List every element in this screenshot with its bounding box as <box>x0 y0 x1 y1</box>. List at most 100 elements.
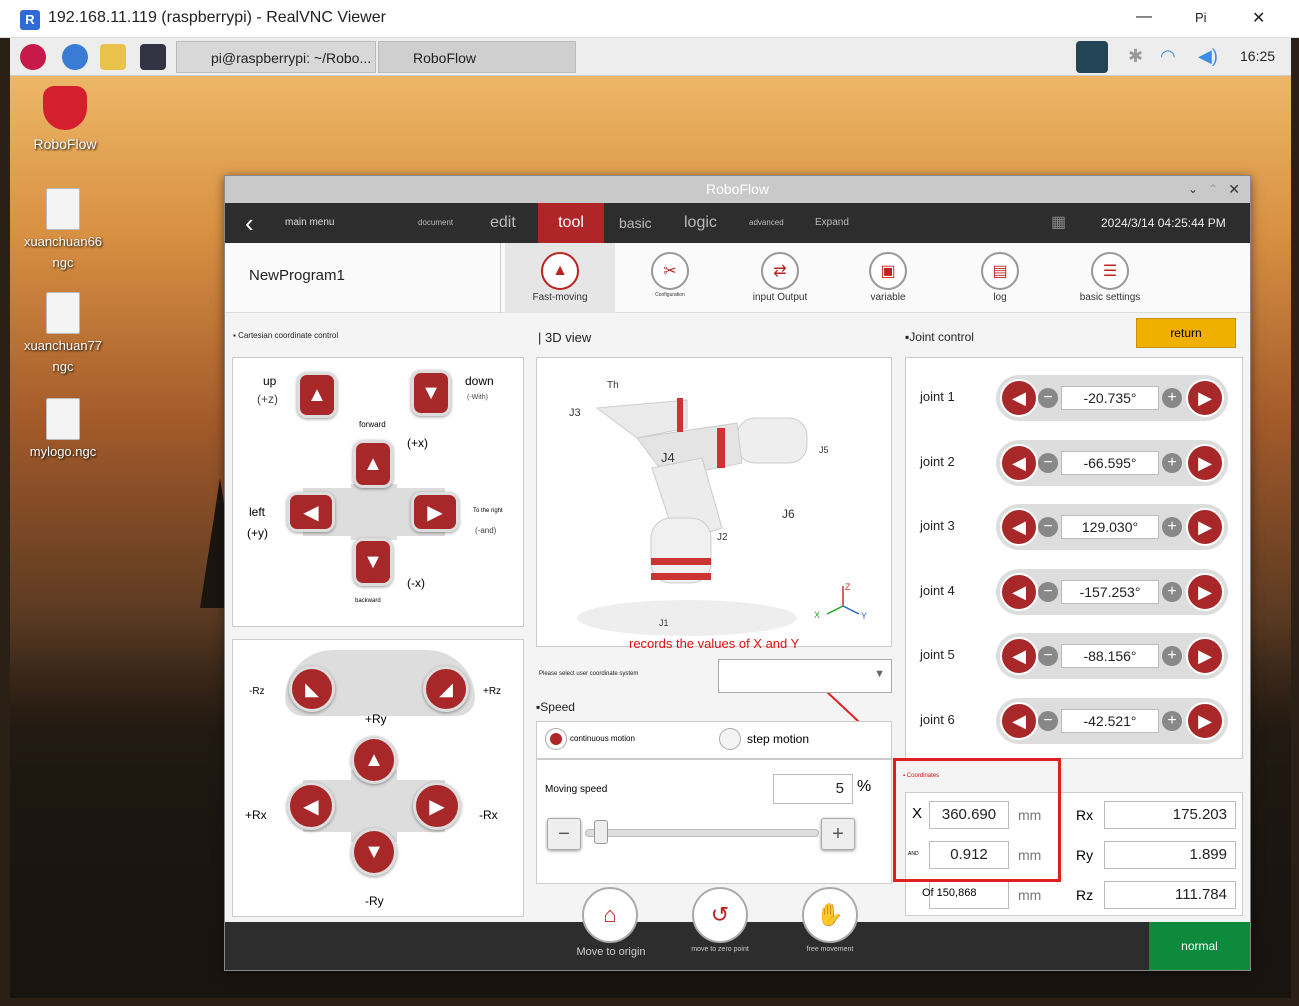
taskbar-roboflow-button[interactable]: RoboFlow <box>378 41 576 73</box>
joint-minus-button[interactable]: − <box>1038 581 1058 602</box>
tool-log[interactable]: ▤ log <box>945 243 1055 313</box>
joint-increase-fast-button[interactable]: ▶ <box>1186 572 1224 611</box>
view3d-panel: Th J3 J4 J5 J6 J2 J1 Z X Y records the v… <box>536 357 892 651</box>
move-to-zero-label: move to zero point <box>691 946 749 953</box>
speed-input[interactable]: 5 <box>773 774 853 804</box>
joint-decrease-fast-button[interactable]: ◀ <box>1000 443 1038 482</box>
joint-decrease-fast-button[interactable]: ◀ <box>1000 701 1038 740</box>
rx-plus-label: +Rx <box>245 808 267 822</box>
bluetooth-icon[interactable]: ✱ <box>1128 46 1143 67</box>
menu-edit[interactable]: edit <box>490 203 516 243</box>
desktop-icon-mylogo[interactable]: mylogo.ngc <box>18 398 108 459</box>
minimize-button[interactable]: — <box>1136 8 1152 26</box>
move-to-zero-button[interactable]: ↺ <box>692 887 748 943</box>
app-close-icon[interactable]: ✕ <box>1228 176 1240 203</box>
backward-sub-label: (-x) <box>407 576 425 590</box>
ry-label: Ry <box>1076 847 1094 863</box>
close-window-button[interactable]: ✕ <box>1252 8 1265 28</box>
joint-decrease-fast-button[interactable]: ◀ <box>1000 508 1038 546</box>
move-to-origin-button[interactable]: ⌂ <box>582 887 638 943</box>
joint-increase-fast-button[interactable]: ▶ <box>1186 443 1224 482</box>
joint-stepper: ◀ − -66.595° + ▶ <box>996 439 1228 486</box>
joint-minus-button[interactable]: − <box>1038 452 1058 473</box>
joint-minus-button[interactable]: − <box>1038 517 1058 537</box>
continuous-radio[interactable] <box>545 728 567 750</box>
rotate-rz-plus-button[interactable]: ◢ <box>423 666 469 712</box>
svg-text:J1: J1 <box>659 618 669 628</box>
menu-logic[interactable]: logic <box>684 203 717 243</box>
svg-text:J5: J5 <box>819 445 829 455</box>
rotate-rx-minus-button[interactable]: ▶ <box>413 782 461 830</box>
desktop-icon-xuanchuan77[interactable]: xuanchuan77 ngc <box>18 292 108 374</box>
speed-slider-thumb[interactable] <box>594 820 609 844</box>
joint-value: -66.595° <box>1061 450 1159 475</box>
browser-icon[interactable] <box>62 44 88 70</box>
speed-title: ▪Speed <box>536 700 575 714</box>
rotate-ry-minus-button[interactable]: ▼ <box>351 828 397 876</box>
expand-icon[interactable]: ⌃ <box>1208 176 1218 203</box>
joint-plus-button[interactable]: + <box>1162 517 1182 537</box>
menu-tool[interactable]: tool <box>538 203 604 243</box>
joint-minus-button[interactable]: − <box>1038 388 1058 408</box>
volume-icon[interactable]: ◀) <box>1198 46 1218 67</box>
move-left-button[interactable]: ◀ <box>287 492 335 532</box>
file-icon <box>46 292 80 334</box>
return-button[interactable]: return <box>1136 318 1236 348</box>
joint-increase-fast-button[interactable]: ▶ <box>1186 379 1224 417</box>
joint-decrease-fast-button[interactable]: ◀ <box>1000 572 1038 611</box>
hand-icon: ✋ <box>816 902 844 927</box>
joint-plus-button[interactable]: + <box>1162 581 1182 602</box>
terminal-icon[interactable] <box>140 44 166 70</box>
menu-main-menu[interactable]: main menu <box>285 203 334 243</box>
move-right-button[interactable]: ▶ <box>411 492 459 532</box>
vnc-server-icon[interactable] <box>1076 41 1108 73</box>
file-manager-icon[interactable] <box>100 44 126 70</box>
back-icon[interactable]: ‹ <box>245 203 254 243</box>
rotate-rz-minus-button[interactable]: ◣ <box>289 666 335 712</box>
taskbar-terminal-button[interactable]: pi@raspberrypi: ~/Robo... <box>176 41 376 73</box>
coord-system-select[interactable]: ▼ <box>718 659 892 693</box>
joint-plus-button[interactable]: + <box>1162 452 1182 473</box>
desktop-icon-xuanchuan66[interactable]: xuanchuan66 ngc <box>18 188 108 270</box>
moving-speed-label: Moving speed <box>545 784 608 795</box>
tool-input-output[interactable]: ⇄ input Output <box>725 243 835 313</box>
wifi-icon[interactable]: ◠ <box>1160 46 1176 67</box>
move-down-button[interactable]: ▼ <box>411 370 451 416</box>
desktop-icon-roboflow[interactable]: RoboFlow <box>20 86 110 152</box>
move-up-button[interactable]: ▲ <box>297 372 337 418</box>
menu-expand[interactable]: Expand <box>815 203 849 243</box>
joint-plus-button[interactable]: + <box>1162 388 1182 408</box>
tool-variable[interactable]: ▣ variable <box>833 243 943 313</box>
collapse-icon[interactable]: ⌄ <box>1188 176 1198 203</box>
menu-basic[interactable]: basic <box>619 203 652 243</box>
menu-advanced[interactable]: advanced <box>749 203 784 243</box>
move-forward-button[interactable]: ▲ <box>353 440 393 488</box>
rotate-ry-plus-button[interactable]: ▲ <box>351 736 397 784</box>
tool-configuration[interactable]: ✂ Configuration <box>615 243 725 313</box>
up-label: up <box>263 374 277 388</box>
joint-plus-button[interactable]: + <box>1162 710 1182 731</box>
joint-increase-fast-button[interactable]: ▶ <box>1186 508 1224 546</box>
menu-document[interactable]: document <box>418 203 453 243</box>
vnc-title-bar: R 192.168.11.119 (raspberrypi) - RealVNC… <box>0 0 1299 38</box>
joint-plus-button[interactable]: + <box>1162 646 1182 666</box>
joint-minus-button[interactable]: − <box>1038 710 1058 731</box>
joint-value: -42.521° <box>1061 708 1159 733</box>
joint-decrease-fast-button[interactable]: ◀ <box>1000 379 1038 417</box>
joint-increase-fast-button[interactable]: ▶ <box>1186 637 1224 675</box>
mode-status[interactable]: normal <box>1149 922 1250 970</box>
free-movement-button[interactable]: ✋ <box>802 887 858 943</box>
step-radio[interactable] <box>719 728 741 750</box>
speed-slider[interactable] <box>585 829 819 837</box>
chip-icon: ▦ <box>1051 214 1067 231</box>
speed-increase-button[interactable]: + <box>821 818 855 850</box>
joint-decrease-fast-button[interactable]: ◀ <box>1000 637 1038 675</box>
speed-decrease-button[interactable]: − <box>547 818 581 850</box>
raspberry-menu-icon[interactable] <box>20 44 46 70</box>
joint-minus-button[interactable]: − <box>1038 646 1058 666</box>
tool-basic-settings[interactable]: ☰ basic settings <box>1055 243 1165 313</box>
rotate-rx-plus-button[interactable]: ◀ <box>287 782 335 830</box>
joint-increase-fast-button[interactable]: ▶ <box>1186 701 1224 740</box>
move-backward-button[interactable]: ▼ <box>353 538 393 586</box>
tool-fast-moving[interactable]: ▲ Fast-moving <box>505 243 615 313</box>
